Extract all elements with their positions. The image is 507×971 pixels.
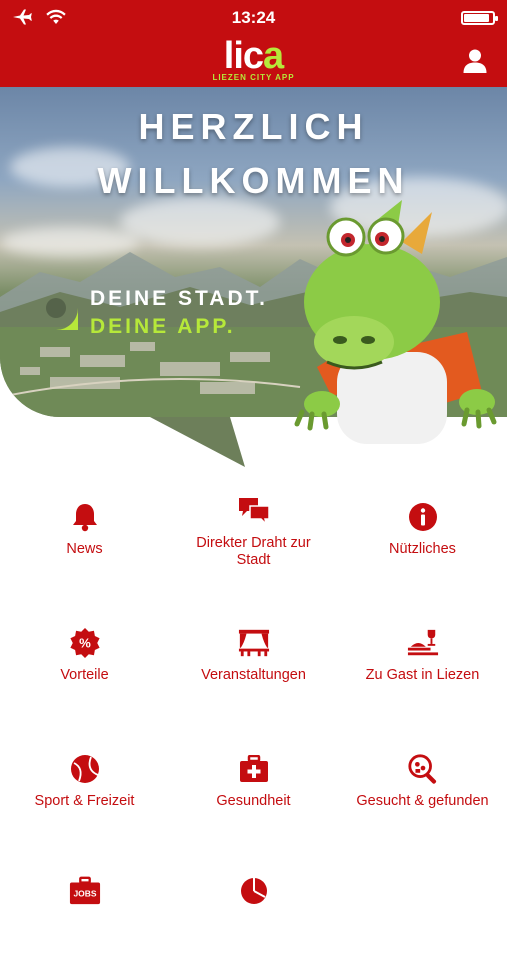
jobs-icon: JOBS: [69, 876, 100, 905]
menu-tile-label: Direkter Draht zur Stadt: [196, 535, 311, 568]
svg-text:%: %: [79, 636, 91, 651]
welcome-banner: HERZLICH WILLKOMMEN DEINE STADT. DEINE A…: [0, 87, 507, 467]
menu-tile-label: Gesucht & gefunden: [356, 793, 489, 809]
menu-tile-label: Zu Gast in Liezen: [365, 667, 480, 683]
menu-tile-label: Sport & Freizeit: [34, 793, 135, 809]
menu-tile-veranstaltungen[interactable]: Veranstaltungen: [169, 593, 338, 719]
stage-icon: [238, 629, 269, 657]
welcome-title-line1: HERZLICH: [138, 106, 369, 147]
app-logo: lica lica LIEZEN CITY APP: [0, 36, 507, 82]
menu-tile-nuetzliches[interactable]: Nützliches: [338, 467, 507, 593]
menu-tile-jobs[interactable]: JOBS: [0, 845, 169, 971]
logo-subtitle: LIEZEN CITY APP: [212, 73, 295, 82]
menu-tile-gesundheit[interactable]: Gesundheit: [169, 719, 338, 845]
lica-a-logo-icon: [34, 286, 78, 330]
status-time: 13:24: [231, 8, 276, 27]
menu-tile-zu-gast[interactable]: Zu Gast in Liezen: [338, 593, 507, 719]
logo-wordmark: lica lica: [223, 35, 284, 77]
menu-tile-gesucht-gefunden[interactable]: Gesucht & gefunden: [338, 719, 507, 845]
menu-tile-sport-freizeit[interactable]: Sport & Freizeit: [0, 719, 169, 845]
menu-tile-label: News: [66, 541, 103, 557]
menu-tile-label: Vorteile: [60, 667, 109, 683]
battery-level: [464, 14, 489, 22]
dining-icon: [407, 629, 438, 656]
battery-icon: [461, 11, 498, 25]
magnifier-icon: [407, 754, 436, 784]
menu-tile-news[interactable]: News: [0, 467, 169, 593]
status-bar: 13:24: [0, 0, 507, 36]
profile-button[interactable]: [463, 48, 487, 74]
tagline-line2: DEINE APP.: [90, 315, 236, 338]
dragon-mascot: [294, 200, 497, 444]
tagline-line1: DEINE STADT.: [90, 287, 268, 310]
menu-tile-direkter-draht[interactable]: Direkter Draht zur Stadt: [169, 467, 338, 593]
menu-tile-label: Veranstaltungen: [201, 667, 306, 683]
menu-tile-label: Gesundheit: [216, 793, 291, 809]
info-icon: [408, 503, 437, 531]
user-icon: [463, 49, 487, 73]
menu-tile-label: Nützliches: [389, 541, 456, 557]
menu-tile-vorteile[interactable]: % Vorteile: [0, 593, 169, 719]
pie-chart-icon: [240, 878, 267, 904]
bell-icon: [72, 504, 97, 532]
first-aid-kit-icon: [239, 755, 268, 782]
ball-icon: [70, 755, 99, 783]
app-header: lica lica LIEZEN CITY APP: [0, 36, 507, 87]
percent-badge-icon: %: [69, 627, 100, 659]
chat-bubbles-icon: [238, 498, 270, 526]
menu-tile-statistics[interactable]: [169, 845, 338, 971]
menu-grid: News Direkter Draht zur Stadt Nützliches…: [0, 467, 507, 905]
svg-text:JOBS: JOBS: [73, 889, 96, 899]
